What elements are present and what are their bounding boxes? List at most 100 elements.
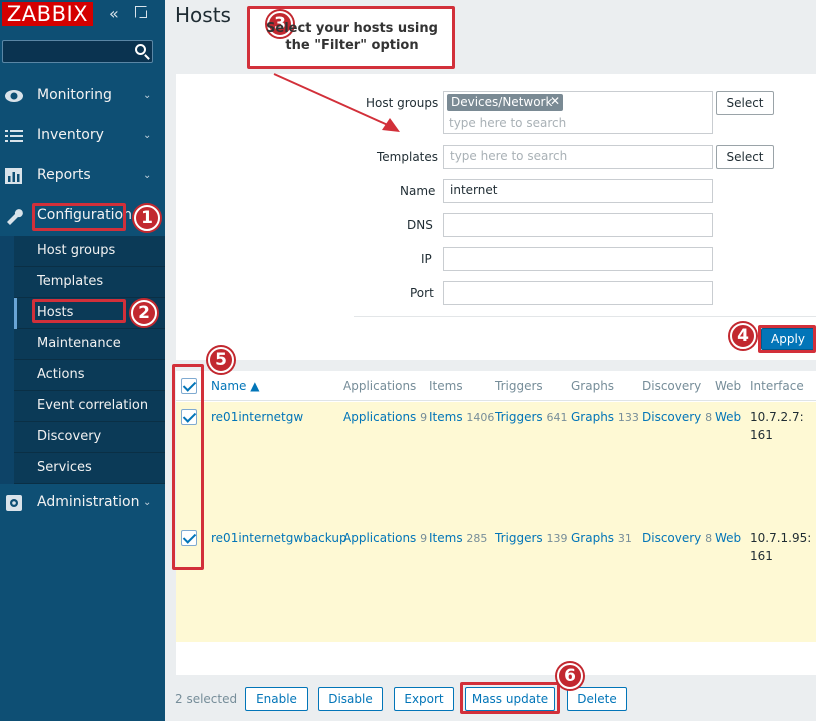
templates-label: Templates: [377, 150, 439, 164]
menu-item-monitoring[interactable]: Monitoring ⌄: [0, 76, 165, 116]
eye-icon: [5, 90, 23, 102]
dns-input[interactable]: [443, 213, 713, 237]
gear-icon: [6, 495, 22, 511]
column-web: Web: [715, 379, 742, 393]
discovery-cell: Discovery 8: [642, 410, 713, 424]
selected-count: 2 selected: [175, 692, 238, 706]
annotation-number-6: 6: [557, 663, 583, 689]
kiosk-mode-icon[interactable]: [135, 6, 147, 18]
discovery-link[interactable]: Discovery: [642, 410, 701, 424]
zabbix-logo[interactable]: ZABBIX: [2, 2, 93, 26]
page-title: Hosts: [175, 3, 231, 27]
list-icon: [5, 130, 23, 142]
bar-chart-icon: [5, 168, 22, 184]
column-name[interactable]: Name ▲: [211, 379, 259, 393]
sidebar-item-actions[interactable]: Actions: [14, 360, 165, 391]
graphs-link[interactable]: Graphs: [571, 531, 614, 545]
column-items: Items: [429, 379, 463, 393]
interface-port: 161: [750, 549, 773, 563]
triggers-link[interactable]: Triggers: [495, 410, 543, 424]
applications-link[interactable]: Applications: [343, 410, 416, 424]
column-interface: Interface: [750, 379, 804, 393]
annotation-callout-text: Select your hosts using the "Filter" opt…: [266, 21, 438, 53]
graphs-link[interactable]: Graphs: [571, 410, 614, 424]
remove-tag-icon[interactable]: ✕: [550, 94, 560, 108]
menu-item-label: Monitoring: [37, 87, 112, 103]
host-groups-select-button[interactable]: Select: [716, 91, 774, 115]
annotation-box-hosts: [32, 299, 126, 323]
annotation-box-configuration: [32, 203, 126, 231]
name-label: Name: [400, 184, 436, 198]
applications-link[interactable]: Applications: [343, 531, 416, 545]
templates-select-button[interactable]: Select: [716, 145, 774, 169]
host-groups-search-placeholder[interactable]: type here to search: [449, 116, 566, 130]
discovery-cell: Discovery 8: [642, 531, 713, 545]
wrench-icon: [7, 209, 23, 225]
sidebar-item-host-groups[interactable]: Host groups: [14, 236, 165, 267]
column-triggers: Triggers: [495, 379, 543, 393]
port-label: Port: [410, 286, 434, 300]
graphs-cell: Graphs 31: [571, 531, 632, 545]
host-name-link[interactable]: re01internetgw: [211, 410, 303, 424]
sidebar-item-discovery[interactable]: Discovery: [14, 422, 165, 453]
chevron-down-icon: ⌄: [143, 170, 152, 181]
chevron-down-icon: ⌄: [143, 90, 152, 101]
enable-button[interactable]: Enable: [245, 687, 308, 711]
interface-cell: 10.7.1.95:: [750, 531, 812, 545]
sidebar-item-event-correlation[interactable]: Event correlation: [14, 391, 165, 422]
logo-row: ZABBIX «: [0, 0, 165, 30]
templates-input[interactable]: type here to search: [443, 145, 713, 169]
menu-item-inventory[interactable]: Inventory ⌄: [0, 116, 165, 156]
ip-label: IP: [421, 252, 432, 266]
menu-item-administration[interactable]: Administration ⌄: [0, 483, 165, 523]
filter-divider: [354, 316, 816, 317]
column-graphs: Graphs: [571, 379, 615, 393]
annotation-number-2: 2: [131, 300, 157, 326]
annotation-box-mass-update: [460, 682, 560, 714]
export-button[interactable]: Export: [394, 687, 454, 711]
annotation-number-5: 5: [208, 347, 234, 373]
triggers-cell: Triggers 139: [495, 531, 568, 545]
interface-port: 161: [750, 428, 773, 442]
collapse-sidebar-icon[interactable]: «: [109, 5, 125, 23]
annotation-arrow: [273, 73, 400, 132]
triggers-cell: Triggers 641: [495, 410, 568, 424]
items-link[interactable]: Items: [429, 410, 463, 424]
triggers-link[interactable]: Triggers: [495, 531, 543, 545]
items-link[interactable]: Items: [429, 531, 463, 545]
sidebar-item-maintenance[interactable]: Maintenance: [14, 329, 165, 360]
annotation-box-checkboxes: [172, 364, 204, 570]
column-applications: Applications: [343, 379, 417, 393]
applications-cell: Applications 9: [343, 531, 428, 545]
sidebar-item-services[interactable]: Services: [14, 453, 165, 484]
menu-item-label: Inventory: [37, 127, 104, 143]
host-group-tag[interactable]: Devices/Network ✕: [447, 94, 563, 111]
dns-label: DNS: [407, 218, 433, 232]
name-input[interactable]: internet: [443, 179, 713, 203]
web-link[interactable]: Web: [715, 410, 741, 424]
items-cell: Items 1406: [429, 410, 495, 424]
chevron-down-icon: ⌄: [143, 130, 152, 141]
delete-button[interactable]: Delete: [567, 687, 627, 711]
applications-cell: Applications 9: [343, 410, 428, 424]
annotation-number-1: 1: [134, 205, 160, 231]
column-discovery: Discovery: [642, 379, 702, 393]
sidebar-search-input[interactable]: [2, 40, 153, 63]
web-link[interactable]: Web: [715, 531, 741, 545]
disable-button[interactable]: Disable: [318, 687, 383, 711]
annotation-box-apply: [758, 325, 816, 353]
search-icon[interactable]: [135, 44, 146, 55]
interface-cell: 10.7.2.7:: [750, 410, 804, 424]
host-name-link[interactable]: re01internetgwbackup: [211, 531, 347, 545]
sidebar-item-templates[interactable]: Templates: [14, 267, 165, 298]
chevron-down-icon: ⌄: [143, 497, 152, 508]
graphs-cell: Graphs 133: [571, 410, 639, 424]
ip-input[interactable]: [443, 247, 713, 271]
annotation-number-4: 4: [730, 323, 756, 349]
menu-item-reports[interactable]: Reports ⌄: [0, 156, 165, 196]
discovery-link[interactable]: Discovery: [642, 531, 701, 545]
menu-item-label: Reports: [37, 167, 91, 183]
submenu-indent: [0, 236, 14, 484]
menu-item-label: Administration: [37, 494, 140, 510]
port-input[interactable]: [443, 281, 713, 305]
